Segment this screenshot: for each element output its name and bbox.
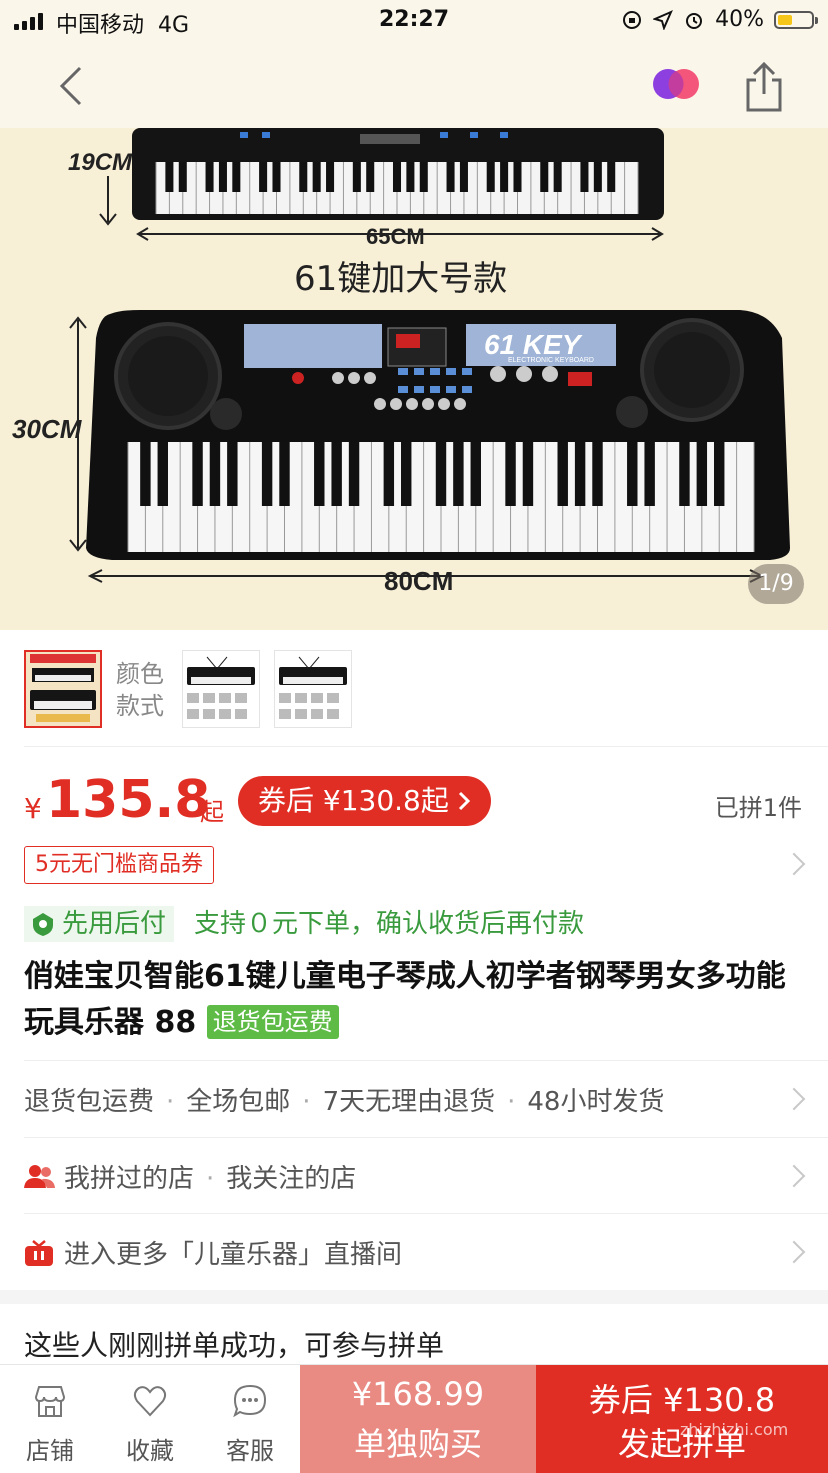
label-80cm: 80CM [384,566,453,596]
battery-text: 40% [715,7,764,32]
watermark: zhizhizhi.com [680,1420,789,1439]
group-buy-title: 这些人刚刚拼单成功，可参与拼单 [24,1329,445,1362]
group-buy-price: 券后 ¥130.8 [588,1381,776,1419]
circles-icon[interactable] [650,66,702,102]
section-gap [0,1290,828,1304]
orientation-lock-icon [623,10,642,29]
variant-thumb-3[interactable] [274,650,352,728]
chevron-right-icon [782,1240,806,1264]
shield-icon [33,913,53,936]
variant-caption: 61键加大号款 [294,259,507,299]
alarm-icon [686,12,703,29]
chevron-right-icon [782,1164,806,1188]
divider [24,746,828,747]
services-row[interactable]: 退货包运费 · 全场包邮 · 7天无理由退货 · 48小时发货 [0,1061,828,1137]
keyboard-illustration: 19CM 65CM 61键加大号款 61 KEY ELECTRONIC KEYB… [12,128,790,596]
tab-store[interactable]: 店铺 [0,1365,100,1473]
product-title: 俏娃宝贝智能61键儿童电子琴成人初学者钢琴男女多功能玩具乐器 88 退货包运费 [24,954,814,1046]
tab-favorite-label: 收藏 [126,1437,174,1465]
product-image[interactable]: 19CM 65CM 61键加大号款 61 KEY ELECTRONIC KEYB… [0,128,828,630]
buy-alone-price: ¥168.99 [351,1375,485,1413]
variant-label: 颜色 款式 [116,660,164,720]
live-room-text: 进入更多「儿童乐器」直播间 [24,1234,402,1271]
key-badge: 61 KEY [484,329,583,360]
key-badge-sub: ELECTRONIC KEYBOARD [508,357,594,364]
label-30cm: 30CM [12,414,83,444]
chat-bubble-icon [233,1384,267,1418]
buy-alone-button[interactable]: ¥168.99 单独购买 [300,1365,536,1473]
status-bar: 中国移动 4G 22:27 40% [0,0,828,44]
pay-later-badge: 先用后付 [24,906,175,942]
group-buy-button[interactable]: 券后 ¥130.8 发起拼单 [536,1365,828,1473]
shops-row[interactable]: 我拼过的店 · 我关注的店 [0,1138,828,1214]
live-tv-icon [25,1240,53,1266]
label-19cm: 19CM [68,149,133,176]
tab-service[interactable]: 客服 [200,1365,300,1473]
nav-bar [0,44,828,128]
coupon-price-button[interactable]: 券后 ¥130.8起 [238,776,491,826]
label-65cm: 65CM [366,224,425,249]
image-page-indicator: 1/9 [748,564,804,604]
buy-alone-label: 单独购买 [353,1425,482,1463]
services-list: 退货包运费 · 全场包邮 · 7天无理由退货 · 48小时发货 [24,1087,665,1117]
tab-favorite[interactable]: 收藏 [100,1365,200,1473]
tab-store-label: 店铺 [26,1437,74,1465]
heart-icon [133,1386,167,1417]
price-amount: 135.8 [46,770,211,830]
coupon-price-label: 券后 ¥130.8起 [258,784,449,817]
variant-thumb-2[interactable] [182,650,260,728]
price-currency: ¥ [24,792,42,825]
location-icon [653,9,674,30]
return-shipping-badge: 退货包运费 [206,1005,339,1039]
people-icon [24,1165,55,1188]
chevron-right-icon [458,791,470,811]
sold-count: 已拼1件 [714,794,802,822]
variant-selector: 颜色 款式 [0,630,828,746]
product-title-text: 俏娃宝贝智能61键儿童电子琴成人初学者钢琴男女多功能玩具乐器 88 [24,959,786,1040]
status-right: 40% [621,7,818,32]
chevron-right-icon [782,1087,806,1111]
price-suffix: 起 [200,798,224,826]
bottom-action-bar: 店铺 收藏 客服 ¥168.99 单独购买 券后 ¥130.8 发起拼单 [0,1364,828,1473]
shops-text: 我拼过的店 · 我关注的店 [24,1158,356,1195]
chevron-right-icon[interactable] [782,852,806,876]
store-icon [34,1386,66,1417]
live-room-row[interactable]: 进入更多「儿童乐器」直播间 [0,1214,828,1290]
voucher-badge[interactable]: 5元无门槛商品券 [24,846,214,884]
pay-later-description: 支持０元下单，确认收货后再付款 [194,909,585,939]
battery-icon [774,10,818,29]
share-icon[interactable] [740,60,788,114]
variant-thumb-1[interactable] [24,650,102,728]
back-arrow-icon[interactable] [50,62,90,110]
tab-service-label: 客服 [226,1437,274,1465]
